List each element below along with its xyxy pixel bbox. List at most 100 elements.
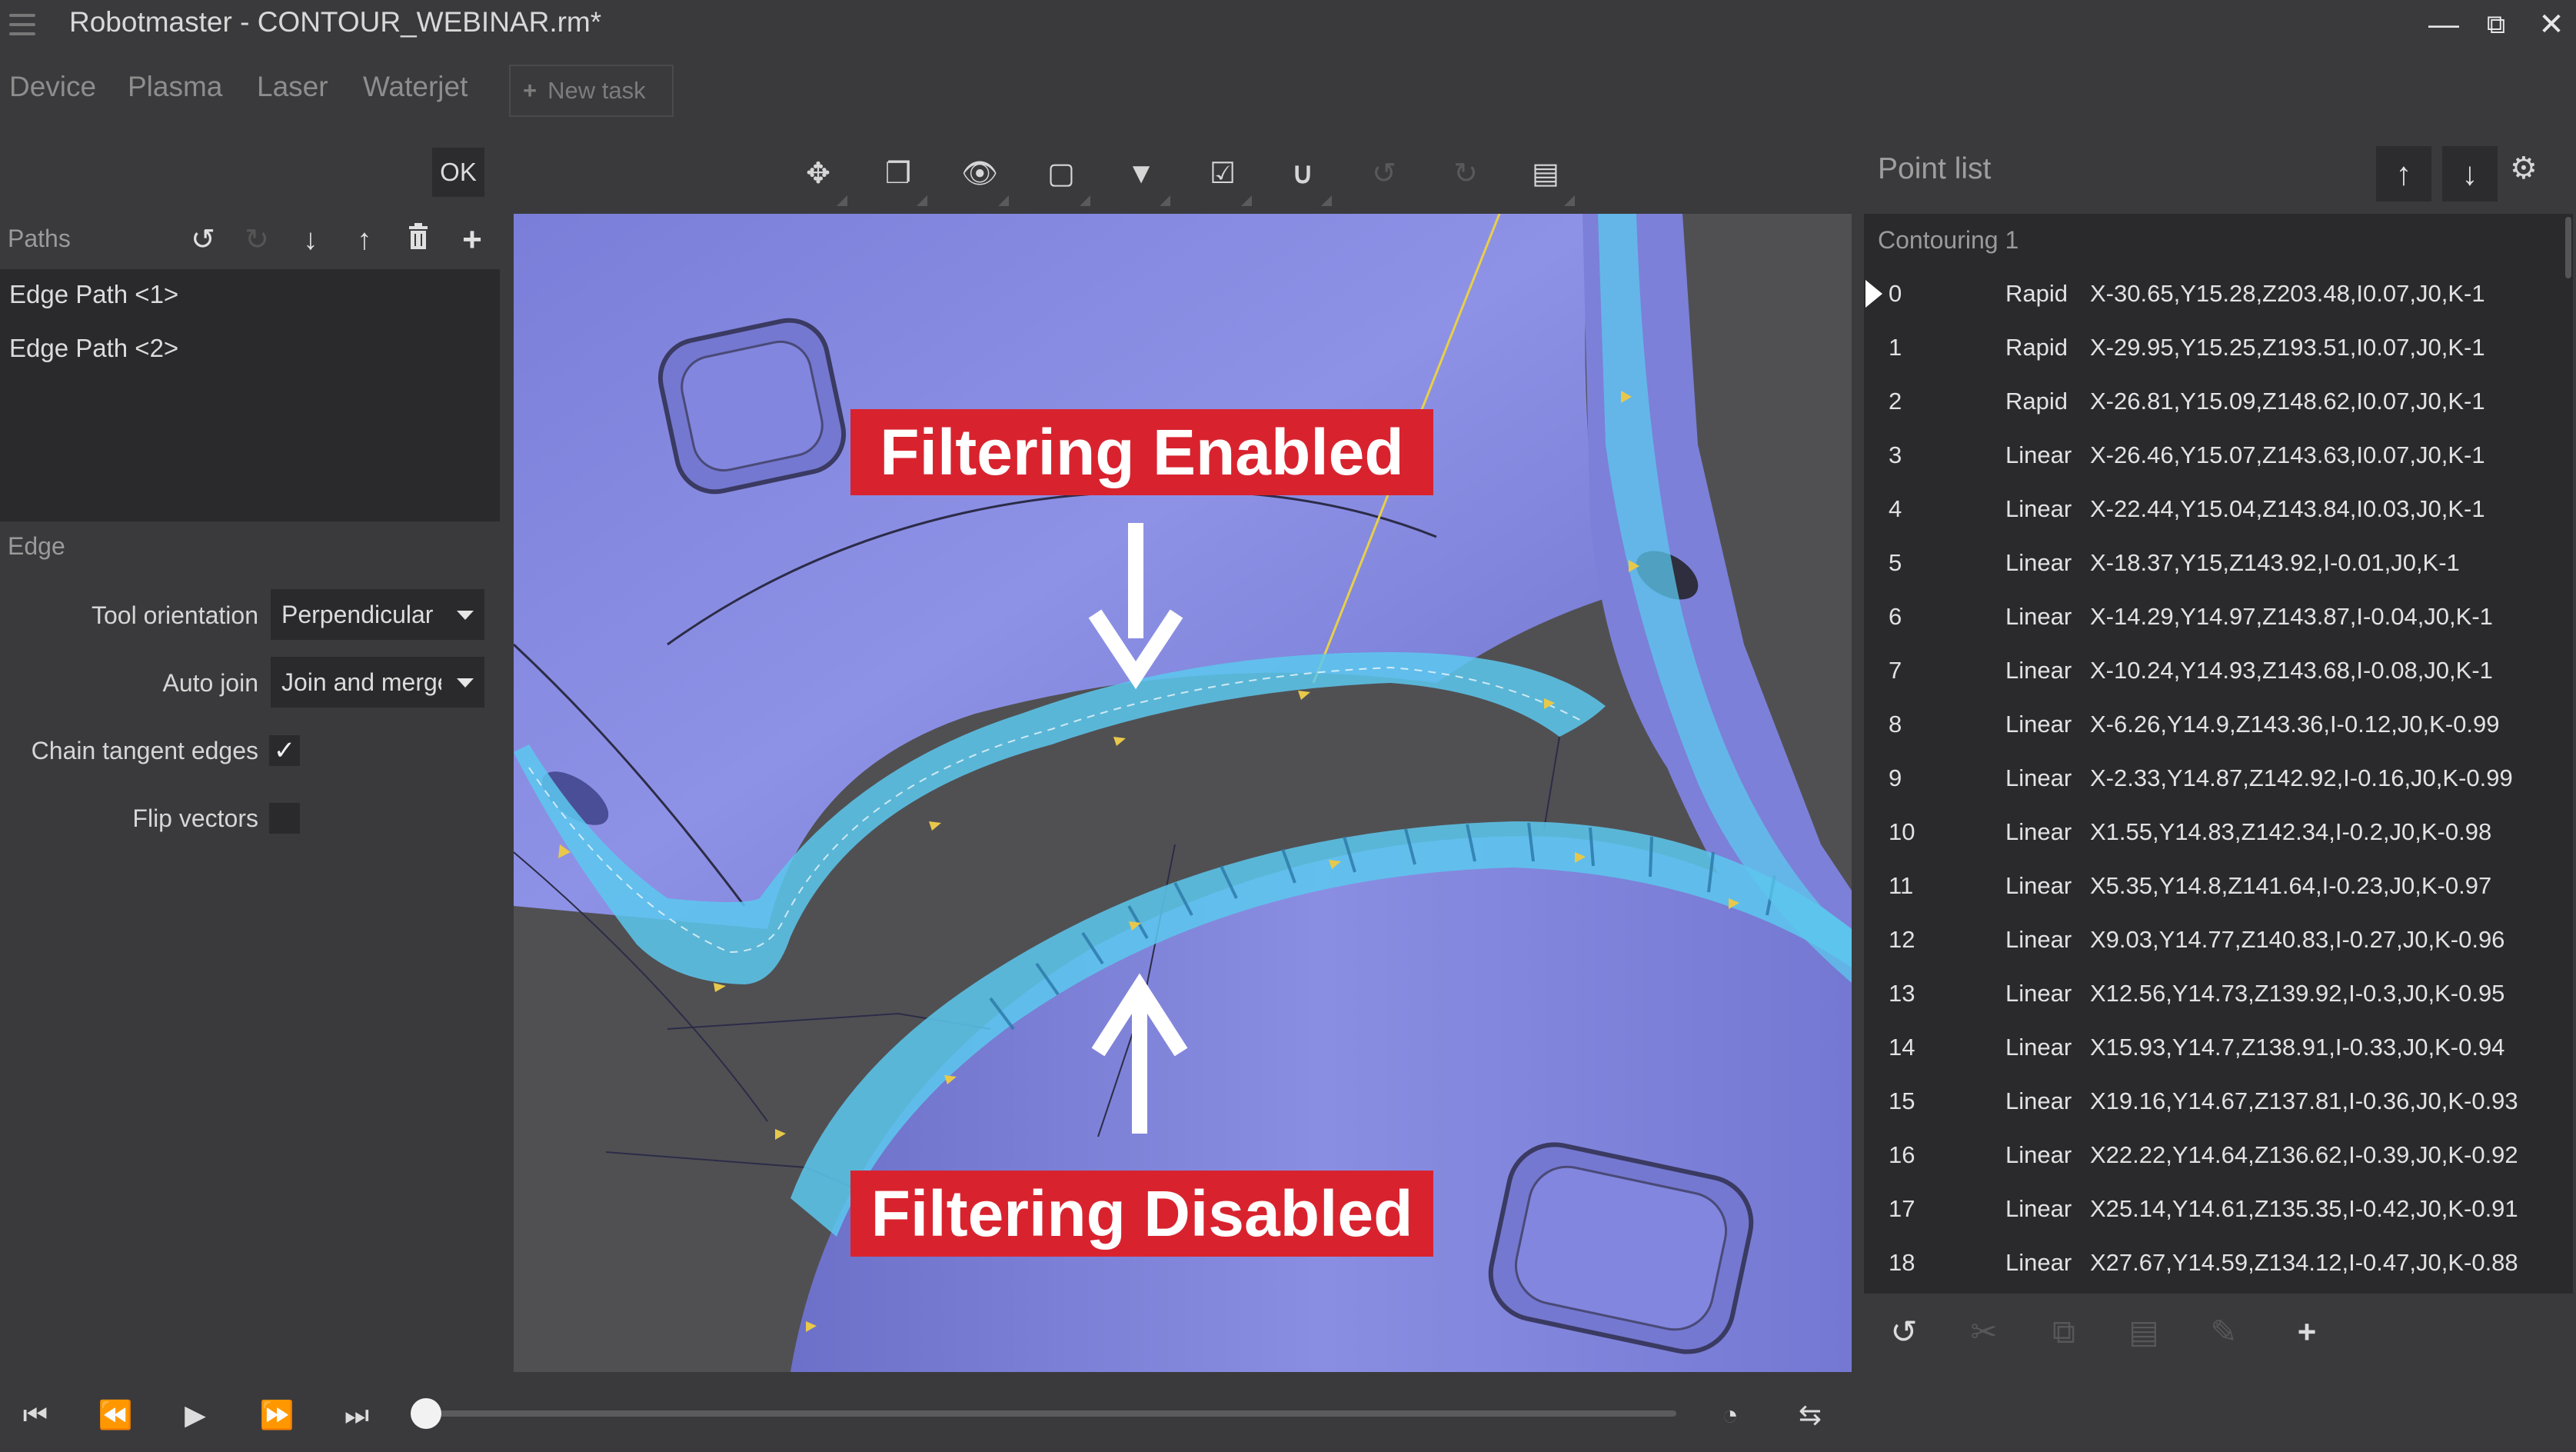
auto-join-value: Join and merge [281,668,441,696]
menu-device[interactable]: Device [9,71,96,103]
ok-button[interactable]: OK [432,148,484,197]
point-row[interactable]: 12 Linear X9.03,Y14.77,Z140.83,I-0.27,J0,K… [1864,914,2573,967]
move-up-icon[interactable]: ↑ [344,220,384,260]
move-type: Linear [2005,980,2072,1007]
timeline-track[interactable] [424,1410,1676,1417]
point-coordinates: X22.22,Y14.64,Z136.62,I-0.39,J0,K-0.92 [2090,1141,2518,1168]
speed-gauge-icon[interactable]: ◔ [1707,1394,1753,1437]
move-down-icon[interactable]: ↓ [2442,146,2498,201]
restore-icon[interactable]: ⧉ [2474,6,2518,43]
menu-plasma[interactable]: Plasma [128,71,222,103]
point-coordinates: X-22.44,Y15.04,Z143.84,I0.03,J0,K-1 [2090,495,2485,522]
point-row[interactable]: 7 Linear X-10.24,Y14.93,Z143.68,I-0.08,J0,… [1864,644,2573,698]
point-index: 7 [1889,657,1902,684]
timeline-slider-handle[interactable] [411,1398,441,1429]
point-index: 12 [1889,926,1915,953]
cube-icon[interactable]: ❐ [875,151,927,206]
plus-icon[interactable]: + [2285,1310,2328,1354]
move-up-icon[interactable]: ↑ [2376,146,2431,201]
point-row[interactable]: 14 Linear X15.93,Y14.7,Z138.91,I-0.33,J0,K… [1864,1021,2573,1075]
undo-icon[interactable]: ↺ [1882,1310,1925,1354]
path-item[interactable]: Edge Path <1> [9,280,178,309]
chain-tangent-checkbox[interactable]: ✓ [269,735,300,766]
fast-forward-icon[interactable]: ⏩ [254,1394,300,1437]
eye-icon[interactable]: 👁 [957,151,1009,206]
tool-orientation-dropdown[interactable]: Perpendicular [271,589,484,640]
point-row[interactable]: 0 Rapid X-30.65,Y15.28,Z203.48,I0.07,J0,K-… [1864,268,2573,321]
loop-icon[interactable]: ⇆ [1787,1394,1833,1437]
tool-orientation-value: Perpendicular [281,601,434,628]
redo-icon[interactable]: ↻ [237,220,277,260]
undo-icon[interactable]: ↺ [1361,151,1407,197]
path-item[interactable]: Edge Path <2> [9,334,178,363]
point-index: 5 [1889,549,1902,576]
point-index: 6 [1889,603,1902,630]
new-task-button[interactable]: + New task [509,65,674,117]
skip-end-icon[interactable]: ⏭ [334,1394,380,1437]
magnet-icon[interactable]: ∪ [1280,151,1332,206]
scrollbar-thumb[interactable] [2565,217,2571,278]
copy-icon[interactable]: ⧉ [2042,1310,2085,1354]
move-down-icon[interactable]: ↓ [291,220,331,260]
fit-view-icon[interactable]: ✥ [795,151,847,206]
point-row[interactable]: 8 Linear X-6.26,Y14.9,Z143.36,I-0.12,J0,K-… [1864,698,2573,752]
filter-icon[interactable]: ▼ [1118,151,1170,206]
auto-join-dropdown[interactable]: Join and merge [271,657,484,708]
point-row[interactable]: 11 Linear X5.35,Y14.8,Z141.64,I-0.23,J0,K-… [1864,860,2573,914]
point-row[interactable]: 2 Rapid X-26.81,Y15.09,Z148.62,I0.07,J0,K-… [1864,375,2573,429]
point-row[interactable]: 1 Rapid X-29.95,Y15.25,Z193.51,I0.07,J0,K-… [1864,321,2573,375]
point-row[interactable]: 13 Linear X12.56,Y14.73,Z139.92,I-0.3,J0,K… [1864,967,2573,1021]
menu-waterjet[interactable]: Waterjet [363,71,468,103]
point-index: 16 [1889,1141,1915,1168]
minimize-icon[interactable]: — [2422,6,2465,43]
edit-icon[interactable]: ✎ [2202,1310,2245,1354]
skip-start-icon[interactable]: ⏮ [12,1394,58,1437]
move-type: Rapid [2005,334,2068,361]
point-row[interactable]: 9 Linear X-2.33,Y14.87,Z142.92,I-0.16,J0,K… [1864,752,2573,806]
3d-viewport[interactable]: Filtering Enabled Filtering Disabled [514,214,1852,1372]
move-type: Linear [2005,1141,2072,1168]
move-type: Linear [2005,818,2072,845]
move-type: Linear [2005,764,2072,791]
move-type: Linear [2005,872,2072,899]
filtering-disabled-banner: Filtering Disabled [850,1171,1433,1257]
hamburger-menu-icon[interactable] [9,14,35,37]
point-index: 13 [1889,980,1915,1007]
scissors-icon[interactable]: ✂ [1962,1310,2005,1354]
point-row[interactable]: 3 Linear X-26.46,Y15.07,Z143.63,I0.07,J0,K… [1864,429,2573,483]
point-row[interactable]: 18 Linear X27.67,Y14.59,Z134.12,I-0.47,J0,… [1864,1237,2573,1290]
point-index: 14 [1889,1034,1915,1061]
point-row[interactable]: 5 Linear X-18.37,Y15,Z143.92,I-0.01,J0,K-1 [1864,537,2573,591]
paste-icon[interactable]: ▤ [2122,1310,2165,1354]
undo-icon[interactable]: ↺ [183,220,223,260]
menu-laser[interactable]: Laser [257,71,328,103]
close-icon[interactable]: ✕ [2530,6,2573,43]
gear-icon[interactable]: ⚙ [2510,151,2538,186]
move-type: Linear [2005,1249,2072,1276]
point-row[interactable]: 10 Linear X1.55,Y14.83,Z142.34,I-0.2,J0,K-… [1864,806,2573,860]
tool-orientation-label: Tool orientation [91,601,258,629]
point-list-title: Point list [1878,152,1992,185]
move-type: Linear [2005,926,2072,953]
point-row[interactable]: 17 Linear X25.14,Y14.61,Z135.35,I-0.42,J0,… [1864,1183,2573,1237]
point-coordinates: X12.56,Y14.73,Z139.92,I-0.3,J0,K-0.95 [2090,980,2505,1007]
point-coordinates: X-30.65,Y15.28,Z203.48,I0.07,J0,K-1 [2090,280,2485,307]
point-row[interactable]: 6 Linear X-14.29,Y14.97,Z143.87,I-0.04,J0,… [1864,591,2573,644]
point-coordinates: X-18.37,Y15,Z143.92,I-0.01,J0,K-1 [2090,549,2460,576]
point-row[interactable]: 4 Linear X-22.44,Y15.04,Z143.84,I0.03,J0,K… [1864,483,2573,537]
move-type: Linear [2005,1195,2072,1222]
redo-icon[interactable]: ↻ [1443,151,1489,197]
ruler-icon[interactable]: ▤ [1523,151,1575,206]
point-list: Contouring 1 0 Rapid X-30.65,Y15.28,Z203.4… [1864,214,2573,1294]
rewind-icon[interactable]: ⏪ [92,1394,138,1437]
wireframe-cube-icon[interactable]: ▢ [1038,151,1090,206]
point-coordinates: X15.93,Y14.7,Z138.91,I-0.33,J0,K-0.94 [2090,1034,2505,1061]
flip-vectors-checkbox[interactable] [269,803,300,834]
checkbox-icon[interactable]: ☑ [1200,151,1252,206]
point-row[interactable]: 15 Linear X19.16,Y14.67,Z137.81,I-0.36,J0,… [1864,1075,2573,1129]
plus-icon[interactable]: + [452,220,492,260]
play-icon[interactable]: ▶ [172,1394,218,1437]
point-row[interactable]: 16 Linear X22.22,Y14.64,Z136.62,I-0.39,J0,… [1864,1129,2573,1183]
point-coordinates: X19.16,Y14.67,Z137.81,I-0.36,J0,K-0.93 [2090,1087,2518,1114]
trash-icon[interactable] [398,220,438,260]
